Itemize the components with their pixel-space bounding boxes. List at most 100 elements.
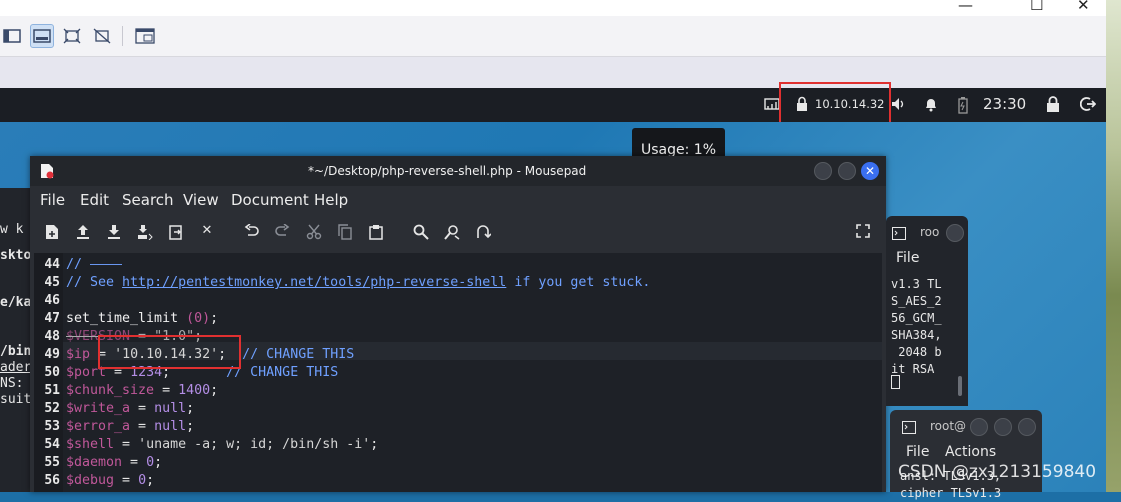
code-line: set_time_limit (0); [66, 311, 219, 326]
terminal-icon [892, 225, 906, 244]
minimize-button[interactable] [814, 162, 832, 180]
copy-icon[interactable] [335, 224, 355, 244]
menu-file[interactable]: File [40, 191, 65, 209]
line-number: 52 [44, 401, 60, 416]
toolbar-divider [122, 26, 123, 46]
line-number: 45 [44, 275, 60, 290]
left-term-line: suit [0, 392, 32, 407]
code-line: $chunk_size = 1400; [66, 383, 219, 398]
open-icon[interactable] [73, 224, 93, 244]
save-as-icon[interactable] [135, 224, 155, 244]
close-button[interactable] [1018, 418, 1036, 436]
redo-icon[interactable] [272, 223, 292, 242]
line-number: 44 [44, 257, 60, 272]
new-document-icon[interactable] [42, 224, 62, 244]
clock[interactable]: 23:30 [983, 95, 1026, 113]
minimize-button[interactable] [946, 224, 964, 242]
host-toolbar [0, 16, 1106, 57]
logout-icon[interactable] [1080, 96, 1096, 112]
comment-link: http://pentestmonkey.net/tools/php-rever… [122, 275, 507, 290]
code-line: // ———— [66, 257, 123, 272]
menu-help[interactable]: Help [314, 191, 348, 209]
terminal-line: 56_GCM_ [891, 311, 942, 325]
left-terminal-fragment: w k skto e/ka /bin ader NS: suit [0, 188, 32, 492]
minimize-button[interactable] [970, 418, 988, 436]
ip-highlight-box [98, 335, 241, 369]
line-number: 53 [44, 419, 60, 434]
code-line: $write_a = null; [66, 401, 195, 416]
background-image-edge [1106, 0, 1121, 492]
goto-icon[interactable] [473, 224, 493, 244]
menu-search[interactable]: Search [122, 191, 174, 209]
undo-icon[interactable] [242, 223, 262, 242]
line-number: 47 [44, 311, 60, 326]
menu-actions[interactable]: Actions [945, 444, 996, 460]
menubar: File Edit Search View Document Help [30, 186, 886, 214]
line-number: 50 [44, 365, 60, 380]
terminal-line: S_AES_2 [891, 294, 942, 308]
view-icon[interactable] [0, 24, 24, 48]
battery-icon[interactable] [957, 96, 969, 114]
left-term-line: w k [0, 222, 24, 237]
line-number: 49 [44, 347, 60, 362]
terminal-line: 2048 b [891, 345, 942, 359]
window-title: *~/Desktop/php-reverse-shell.php - Mouse… [308, 164, 587, 178]
line-number: 46 [44, 293, 60, 308]
network-icon[interactable] [764, 97, 780, 111]
line-number: 54 [44, 437, 60, 452]
mousepad-titlebar[interactable]: *~/Desktop/php-reverse-shell.php - Mouse… [30, 156, 886, 186]
volume-icon[interactable] [890, 96, 906, 112]
menu-view[interactable]: View [183, 191, 219, 209]
left-term-line: NS: [0, 376, 24, 391]
left-term-line: ader [0, 360, 32, 375]
menu-file[interactable]: File [906, 444, 929, 460]
console-view-icon[interactable] [133, 24, 157, 48]
find-replace-icon[interactable] [442, 224, 462, 244]
terminal-title: roo [920, 225, 940, 239]
terminal-line: v1.3 TL [891, 277, 942, 291]
no-scale-icon[interactable] [90, 24, 114, 48]
notifications-bell-icon[interactable] [923, 96, 939, 112]
code-editor[interactable]: 44 // ———— 45 // See http://pentestmonke… [34, 253, 882, 492]
code-line: $error_a = null; [66, 419, 195, 434]
menu-edit[interactable]: Edit [80, 191, 109, 209]
save-icon[interactable] [104, 224, 124, 244]
mousepad-app-icon [40, 163, 54, 182]
terminal-line: cipher TLSv1.3 [900, 486, 1002, 500]
menu-file[interactable]: File [896, 250, 919, 266]
left-term-line: e/ka [0, 295, 32, 310]
scrollbar[interactable] [958, 376, 962, 396]
find-icon[interactable] [411, 224, 431, 244]
terminal-window-1[interactable]: roo File v1.3 TL S_AES_2 56_GCM_ SHA384,… [886, 216, 968, 406]
code-line: $shell = 'uname -a; w; id; /bin/sh -i'; [66, 437, 379, 452]
fullscreen-icon[interactable] [853, 224, 873, 242]
lock-screen-icon[interactable] [1046, 96, 1060, 112]
left-term-line: skto [0, 248, 32, 263]
maximize-button[interactable] [994, 418, 1012, 436]
close-icon[interactable]: ✕ [861, 162, 879, 180]
watermark: CSDN @zx1213159840 [898, 462, 1097, 482]
maximize-button[interactable] [838, 162, 856, 180]
host-strip [0, 57, 1106, 88]
vpn-ip-highlight-box [779, 82, 891, 124]
mousepad-window: *~/Desktop/php-reverse-shell.php - Mouse… [30, 156, 886, 492]
cut-icon[interactable] [304, 224, 324, 244]
host-titlebar: — ☐ ✕ [0, 0, 1106, 16]
maximize-button[interactable]: ☐ [1030, 0, 1043, 14]
terminal-title: root@ [930, 419, 967, 433]
close-button[interactable]: ✕ [1077, 0, 1090, 14]
reload-icon[interactable] [166, 224, 186, 244]
code-line: // See http://pentestmonkey.net/tools/ph… [66, 275, 651, 290]
paste-icon[interactable] [366, 224, 386, 244]
line-number: 56 [44, 473, 60, 488]
minimize-button[interactable]: — [958, 0, 973, 14]
code-line: $debug = 0; [66, 473, 155, 488]
kali-panel: 10.10.14.32 23:30 [0, 88, 1106, 122]
close-document-icon[interactable]: ✕ [197, 223, 217, 238]
toolbar: ✕ [30, 214, 886, 252]
menu-document[interactable]: Document [231, 191, 309, 209]
fit-window-icon[interactable] [60, 24, 84, 48]
fullscreen-view-icon[interactable] [30, 24, 54, 48]
line-number: 55 [44, 455, 60, 470]
terminal-icon [902, 419, 916, 438]
